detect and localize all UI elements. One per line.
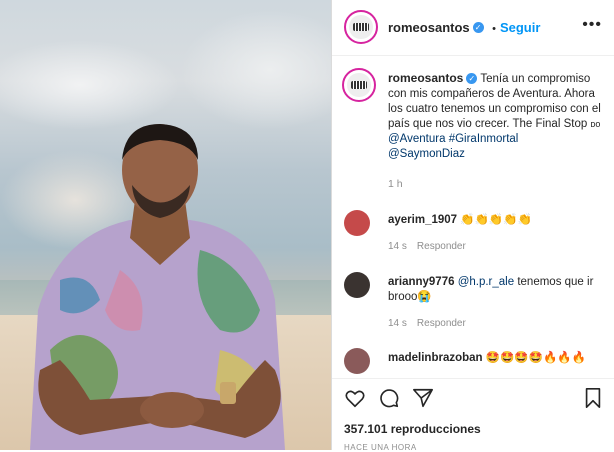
post-video[interactable] (0, 0, 331, 450)
comment-username[interactable]: arianny9776 (388, 276, 455, 288)
comment-username[interactable]: madelinbrazoban (388, 352, 483, 364)
caption-time: 1 h (388, 178, 403, 190)
action-bar (332, 378, 614, 417)
instagram-post: romeosantos ✓ • Seguir ••• romeosantos ✓ Te… (0, 0, 614, 452)
comment-mention[interactable]: @h.p.r_ale (458, 276, 514, 288)
comment-meta: 14 s Responder (388, 318, 476, 329)
commenter-avatar[interactable] (344, 272, 370, 298)
comment-text: 🤩🤩🤩🤩🔥🔥🔥 (485, 352, 587, 364)
comment: madelinbrazoban 🤩🤩🤩🤩🔥🔥🔥 (344, 348, 606, 374)
comment-body: arianny9776 @h.p.r_ale tenemos que ir br… (388, 275, 608, 305)
commenter-avatar[interactable] (344, 348, 370, 374)
aventura-logo (352, 22, 370, 32)
commenter-avatar[interactable] (344, 210, 370, 236)
verified-badge-icon: ✓ (472, 22, 484, 34)
bookmark-icon[interactable] (582, 387, 604, 409)
caption-emoji: ᴅᴏ (590, 119, 601, 129)
comment-age: 14 s (388, 241, 407, 252)
comment-age: 14 s (388, 318, 407, 329)
post-header: romeosantos ✓ • Seguir ••• (332, 0, 614, 56)
comment-meta: 14 s Responder (388, 241, 476, 252)
follow-button[interactable]: Seguir (500, 20, 540, 35)
comment-text: 👏👏👏👏👏 (460, 214, 532, 226)
hashtag-gira[interactable]: #GiraInmortal (449, 133, 519, 145)
share-icon[interactable] (412, 387, 434, 409)
heart-icon[interactable] (344, 387, 366, 409)
reply-button[interactable]: Responder (417, 318, 466, 329)
dot-separator: • (492, 23, 496, 35)
post-sidebar: romeosantos ✓ • Seguir ••• romeosantos ✓ Te… (332, 0, 614, 452)
reply-button[interactable]: Responder (417, 241, 466, 252)
comment-username[interactable]: ayerim_1907 (388, 214, 457, 226)
man-figure (30, 124, 285, 450)
mention-saymon[interactable]: @SaymonDiaz (388, 148, 465, 160)
caption-avatar[interactable] (342, 68, 376, 102)
aventura-logo (350, 80, 368, 90)
comment-body: ayerim_1907 👏👏👏👏👏 (388, 213, 608, 228)
header-username[interactable]: romeosantos (388, 20, 470, 35)
comment-icon[interactable] (378, 387, 400, 409)
mention-aventura[interactable]: @Aventura (388, 133, 446, 145)
verified-badge-icon: ✓ (466, 73, 478, 85)
more-options-icon[interactable]: ••• (582, 16, 602, 34)
cloud (180, 10, 331, 130)
caption-text: romeosantos ✓ Tenía un compromiso con mis… (388, 71, 608, 162)
comment-body: madelinbrazoban 🤩🤩🤩🤩🔥🔥🔥 (388, 351, 606, 366)
cloud (0, 40, 180, 130)
avatar[interactable] (344, 10, 378, 44)
post-time: HACE UNA HORA (344, 443, 417, 452)
caption-username[interactable]: romeosantos (388, 71, 463, 85)
views-count[interactable]: 357.101 reproducciones (344, 422, 481, 436)
